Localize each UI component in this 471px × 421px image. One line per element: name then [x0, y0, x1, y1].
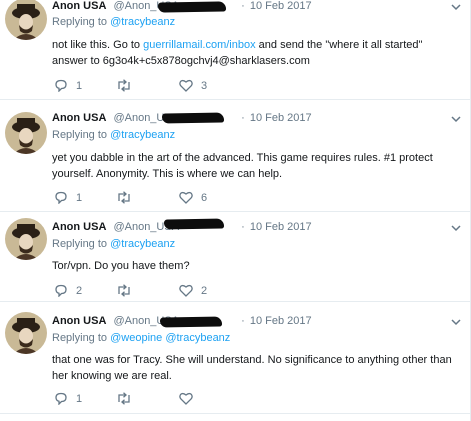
like-button[interactable] [179, 392, 201, 405]
retweet-button[interactable] [116, 191, 140, 204]
tweet[interactable]: Anon USA @Anon_USA · 10 Feb 2017 Replyin… [0, 212, 471, 302]
retweet-icon [118, 284, 130, 297]
heart-icon [179, 284, 193, 297]
reply-icon [55, 284, 67, 297]
tweet-actions: 1 [52, 392, 432, 406]
avatar[interactable] [5, 0, 47, 40]
separator-dot: · [241, 315, 245, 327]
tweet-text-part: not like this. Go to [52, 39, 144, 51]
tweet-text: not like this. Go to guerrillamail.com/i… [52, 37, 457, 69]
timestamp[interactable]: 10 Feb 2017 [250, 315, 312, 327]
mention-link[interactable]: @tracybeanz [110, 238, 175, 250]
mention-link[interactable]: @weopine [110, 332, 162, 344]
avatar[interactable] [5, 218, 47, 260]
replying-label: Replying to [52, 129, 108, 141]
chevron-down-icon[interactable] [451, 223, 461, 233]
tweet-actions: 2 2 [52, 284, 432, 298]
tweet-text: Tor/vpn. Do you have them? [52, 260, 190, 272]
separator-dot: · [241, 112, 245, 124]
mention-link[interactable]: @tracybeanz [110, 16, 175, 28]
replying-label: Replying to [52, 332, 108, 344]
retweet-button[interactable] [116, 392, 140, 405]
replying-to: Replying to @tracybeanz [52, 238, 175, 250]
redaction-mark [157, 1, 227, 13]
tweet-actions: 1 3 [52, 79, 432, 93]
retweet-icon [118, 392, 130, 405]
like-button[interactable]: 2 [179, 284, 207, 297]
replying-to: Replying to @tracybeanz [52, 129, 175, 141]
separator-dot: · [241, 221, 245, 233]
mention-link[interactable]: @tracybeanz [110, 129, 175, 141]
like-button[interactable]: 3 [179, 79, 207, 92]
redaction-mark [159, 316, 223, 328]
reply-count: 2 [76, 284, 83, 297]
like-count: 6 [201, 191, 208, 204]
avatar[interactable] [5, 312, 47, 354]
tweet-text: yet you dabble in the art of the advance… [52, 152, 433, 180]
avatar[interactable] [5, 112, 47, 154]
display-name[interactable]: Anon USA [52, 315, 106, 327]
redaction-mark [163, 218, 225, 230]
retweet-button[interactable] [116, 79, 140, 92]
replying-to: Replying to @weopine @tracybeanz [52, 332, 230, 344]
tweet-text: that one was for Tracy. She will underst… [52, 354, 452, 382]
like-count: 3 [201, 79, 208, 92]
tweet[interactable]: Anon USA @Anon_USA · 10 Feb 2017 Replyin… [0, 0, 471, 100]
reply-button[interactable]: 1 [54, 392, 82, 405]
timestamp[interactable]: 10 Feb 2017 [250, 112, 312, 124]
replying-label: Replying to [52, 16, 108, 28]
tweet-link[interactable]: guerrillamail.com/inbox [143, 39, 256, 51]
reply-button[interactable]: 1 [54, 191, 82, 204]
chevron-down-icon[interactable] [451, 2, 461, 12]
reply-count: 1 [76, 191, 83, 204]
retweet-button[interactable] [116, 284, 140, 297]
replying-label: Replying to [52, 238, 108, 250]
heart-icon [179, 392, 193, 405]
timestamp[interactable]: 10 Feb 2017 [250, 0, 312, 12]
separator-dot: · [241, 0, 245, 12]
retweet-icon [118, 191, 130, 204]
heart-icon [179, 191, 193, 204]
tweet[interactable]: Anon USA @Anon_USA · 10 Feb 2017 Replyin… [0, 302, 471, 414]
reply-count: 1 [76, 392, 83, 405]
replying-to: Replying to @tracybeanz [52, 16, 175, 28]
redaction-mark [161, 112, 225, 124]
display-name[interactable]: Anon USA [52, 221, 106, 233]
reply-icon [55, 392, 67, 405]
reply-count: 1 [76, 79, 83, 92]
chevron-down-icon[interactable] [451, 114, 461, 124]
like-count: 2 [201, 284, 208, 297]
timestamp[interactable]: 10 Feb 2017 [250, 221, 312, 233]
like-button[interactable]: 6 [179, 191, 207, 204]
chevron-down-icon[interactable] [451, 317, 461, 327]
reply-icon [55, 191, 67, 204]
reply-icon [55, 79, 67, 92]
mention-link[interactable]: @tracybeanz [165, 332, 230, 344]
display-name[interactable]: Anon USA [52, 112, 106, 124]
reply-button[interactable]: 2 [54, 284, 82, 297]
tweet-actions: 1 6 [52, 191, 432, 205]
display-name[interactable]: Anon USA [52, 0, 106, 12]
retweet-icon [118, 79, 130, 92]
heart-icon [179, 79, 193, 92]
reply-button[interactable]: 1 [54, 79, 82, 92]
tweet[interactable]: Anon USA @Anon_USA · 10 Feb 2017 Replyin… [0, 100, 471, 212]
